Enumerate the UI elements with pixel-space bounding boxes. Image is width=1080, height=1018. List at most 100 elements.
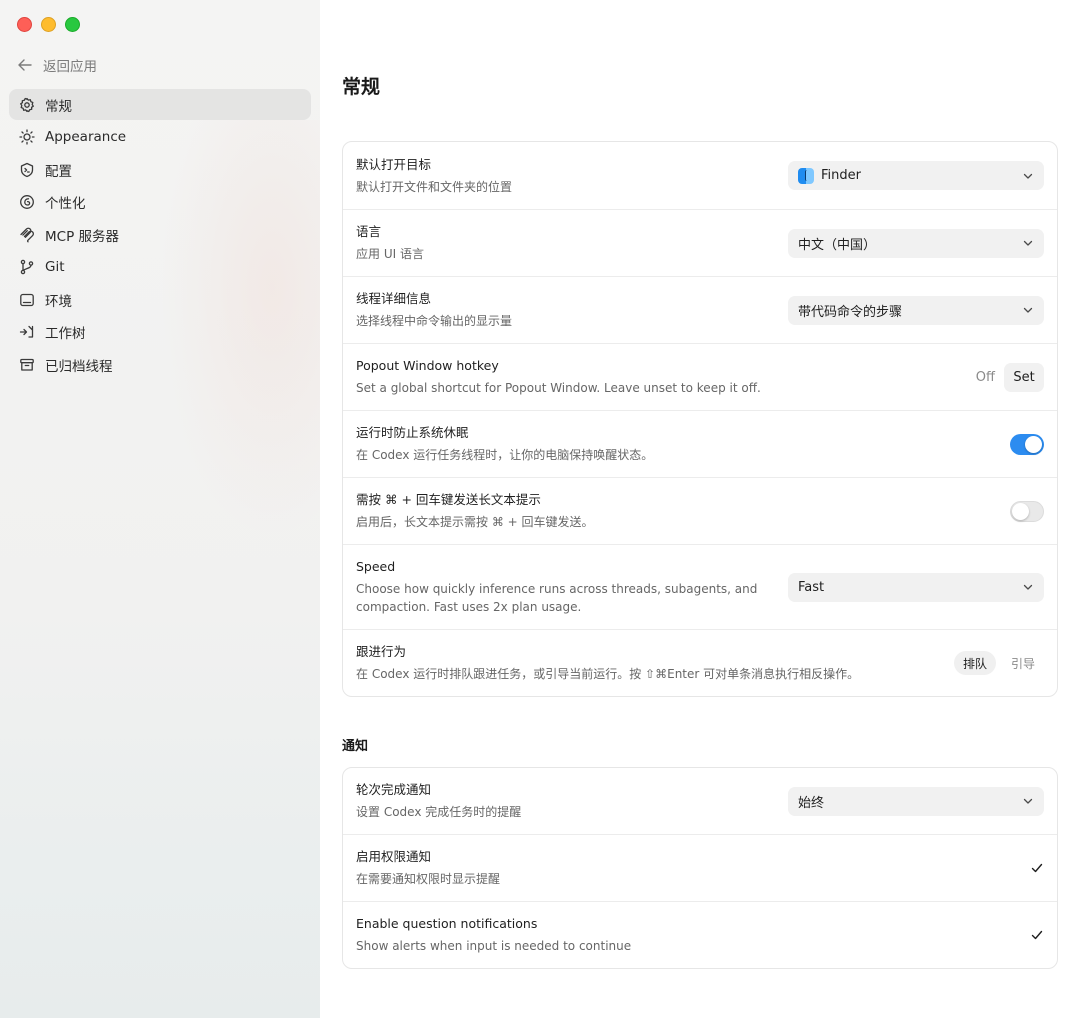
set-hotkey-button[interactable]: Set	[1004, 362, 1044, 392]
setting-title: 跟进行为	[356, 644, 407, 659]
close-window-button[interactable]	[17, 17, 32, 32]
turn-complete-select[interactable]: 始终	[788, 786, 1044, 816]
select-value: Finder	[821, 168, 861, 183]
setting-turn-complete: 轮次完成通知 设置 Codex 完成任务时的提醒 始终	[343, 768, 1057, 835]
follow-up-queue-option[interactable]: 排队	[953, 651, 996, 675]
notification-settings-card: 轮次完成通知 设置 Codex 完成任务时的提醒 始终 启用权限通知 在需要通知…	[342, 767, 1058, 969]
setting-title: 语言	[356, 224, 382, 239]
toggle-knob	[1012, 502, 1029, 520]
gear-icon	[18, 96, 35, 113]
git-branch-icon	[18, 259, 35, 276]
chevron-down-icon	[1023, 307, 1033, 313]
sidebar-item-label: Git	[45, 259, 65, 275]
setting-description: Set a global shortcut for Popout Window.…	[356, 381, 761, 395]
environment-icon	[18, 291, 35, 308]
sidebar-item-mcp[interactable]: MCP 服务器	[9, 219, 311, 250]
setting-description: 默认打开文件和文件夹的位置	[356, 179, 513, 194]
setting-open-target: 默认打开目标 默认打开文件和文件夹的位置 Finder	[343, 142, 1057, 210]
arrow-left-icon	[18, 59, 32, 71]
config-icon	[18, 161, 35, 178]
sidebar-item-label: 环境	[45, 293, 72, 310]
general-settings-card: 默认打开目标 默认打开文件和文件夹的位置 Finder 语言 应用 UI 语言 …	[342, 141, 1058, 697]
setting-description: Show alerts when input is needed to cont…	[356, 939, 632, 953]
speed-select[interactable]: Fast	[788, 572, 1044, 602]
notifications-section-title: 通知	[342, 739, 369, 754]
setting-description: 选择线程中命令输出的显示量	[356, 314, 513, 328]
sun-icon	[18, 129, 35, 146]
sidebar: 返回应用 常规 Appearance 配置 个性化 MCP 服务器 Git 环境…	[0, 0, 320, 1018]
hotkey-control: Off Set	[975, 362, 1044, 392]
mcp-icon	[18, 226, 35, 243]
chevron-down-icon	[1023, 584, 1033, 590]
back-to-app-label: 返回应用	[43, 59, 97, 75]
personalize-icon	[18, 194, 35, 211]
cmd-enter-toggle[interactable]	[1010, 500, 1044, 522]
sidebar-item-label: Appearance	[45, 129, 127, 145]
page-title: 常规	[342, 76, 381, 98]
sidebar-item-worktree[interactable]: 工作树	[9, 317, 311, 348]
sidebar-item-label: MCP 服务器	[45, 228, 120, 245]
select-value: 始终	[798, 795, 825, 811]
setting-title: Speed	[356, 559, 396, 574]
setting-follow-up: 跟进行为 在 Codex 运行时排队跟进任务，或引导当前运行。按 ⇧⌘Enter…	[343, 630, 1057, 696]
settings-main: 常规 默认打开目标 默认打开文件和文件夹的位置 Finder 语言 应用 UI …	[320, 0, 1080, 1018]
setting-title: 轮次完成通知	[356, 782, 432, 797]
finder-icon	[798, 167, 814, 184]
sidebar-item-environment[interactable]: 环境	[9, 284, 311, 315]
checkmark-icon[interactable]	[1030, 861, 1044, 875]
select-value: 中文（中国）	[798, 237, 877, 253]
setting-description: 在需要通知权限时显示提醒	[356, 872, 501, 886]
setting-permission-notify: 启用权限通知 在需要通知权限时显示提醒	[343, 835, 1057, 902]
chevron-down-icon	[1023, 798, 1033, 804]
prevent-sleep-toggle[interactable]	[1010, 433, 1044, 455]
setting-thread-detail: 线程详细信息 选择线程中命令输出的显示量 带代码命令的步骤	[343, 277, 1057, 344]
setting-description: 设置 Codex 完成任务时的提醒	[356, 805, 522, 819]
sidebar-item-git[interactable]: Git	[9, 252, 311, 283]
chevron-down-icon	[1023, 240, 1033, 246]
sidebar-item-appearance[interactable]: Appearance	[9, 122, 311, 153]
setting-speed: Speed Choose how quickly inference runs …	[343, 545, 1057, 630]
setting-language: 语言 应用 UI 语言 中文（中国）	[343, 210, 1057, 277]
setting-title: 线程详细信息	[356, 291, 432, 306]
chevron-down-icon	[1023, 173, 1033, 179]
setting-cmd-enter: 需按 ⌘ + 回车键发送长文本提示 启用后，长文本提示需按 ⌘ + 回车键发送。	[343, 478, 1057, 545]
checkmark-icon[interactable]	[1030, 928, 1044, 942]
select-value: 带代码命令的步骤	[798, 304, 903, 320]
minimize-window-button[interactable]	[41, 17, 56, 32]
setting-prevent-sleep: 运行时防止系统休眠 在 Codex 运行任务线程时，让你的电脑保持唤醒状态。	[343, 411, 1057, 478]
setting-title: 启用权限通知	[356, 849, 432, 864]
toggle-knob	[1025, 435, 1042, 453]
setting-description-line: Choose how quickly inference runs across…	[356, 582, 758, 596]
sidebar-item-general[interactable]: 常规	[9, 89, 311, 120]
setting-title: 需按 ⌘ + 回车键发送长文本提示	[356, 492, 541, 507]
setting-description: Choose how quickly inference runs across…	[356, 580, 788, 616]
setting-description-line: compaction. Fast uses 2x plan usage.	[356, 600, 582, 614]
thread-detail-select[interactable]: 带代码命令的步骤	[788, 295, 1044, 325]
setting-description: 在 Codex 运行时排队跟进任务，或引导当前运行。按 ⇧⌘Enter 可对单条…	[356, 667, 860, 681]
sidebar-item-label: 已归档线程	[45, 358, 113, 375]
setting-title: Enable question notifications	[356, 916, 538, 931]
follow-up-segmented-control: 排队 引导	[953, 651, 1044, 675]
hotkey-state-label: Off	[975, 369, 995, 385]
setting-title: 默认打开目标	[356, 156, 432, 172]
sidebar-item-config[interactable]: 配置	[9, 154, 311, 185]
sidebar-item-archived-threads[interactable]: 已归档线程	[9, 349, 311, 380]
window-controls	[17, 17, 80, 32]
worktree-icon	[18, 324, 35, 341]
select-value: Fast	[798, 579, 825, 595]
open-target-select[interactable]: Finder	[788, 161, 1044, 190]
sidebar-item-label: 常规	[45, 98, 72, 115]
sidebar-item-label: 个性化	[45, 196, 86, 212]
maximize-window-button[interactable]	[65, 17, 80, 32]
archive-icon	[18, 356, 35, 373]
setting-description: 应用 UI 语言	[356, 247, 424, 261]
setting-description: 启用后，长文本提示需按 ⌘ + 回车键发送。	[356, 515, 594, 529]
follow-up-steer-option[interactable]: 引导	[1002, 651, 1044, 675]
setting-title: Popout Window hotkey	[356, 358, 499, 373]
sidebar-item-personalize[interactable]: 个性化	[9, 187, 311, 218]
setting-popout-hotkey: Popout Window hotkey Set a global shortc…	[343, 344, 1057, 411]
back-to-app-button[interactable]: 返回应用	[17, 54, 97, 76]
sidebar-item-label: 配置	[45, 163, 72, 180]
setting-description: 在 Codex 运行任务线程时，让你的电脑保持唤醒状态。	[356, 448, 654, 462]
language-select[interactable]: 中文（中国）	[788, 228, 1044, 258]
